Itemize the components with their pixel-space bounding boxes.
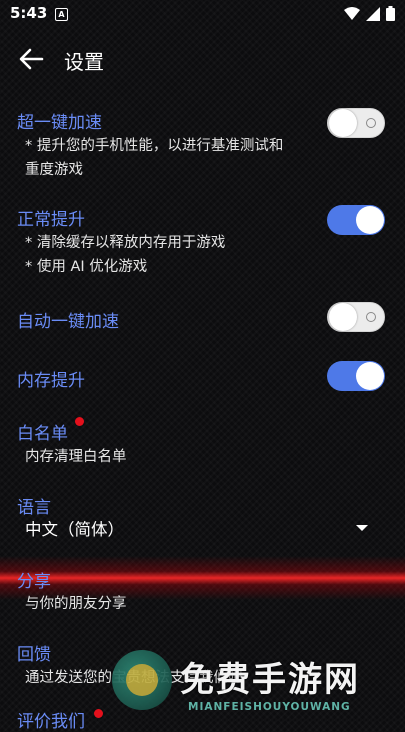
super-boost-toggle[interactable] [327,108,385,138]
status-time: 5:43 [10,4,48,22]
notification-icon: A [55,8,68,21]
watermark-text: 免费手游网 [180,660,360,700]
pref-title: 内存提升 [17,371,85,391]
watermark-logo [112,650,172,710]
pref-title: 自动一键加速 [17,312,119,332]
toggle-knob [329,303,357,331]
toggle-off-icon [366,312,376,322]
status-bar: 5:43 A [0,0,405,28]
pref-summary: * 提升您的手机性能，以进行基准测试和 [25,138,284,154]
pref-summary: * 使用 AI 优化游戏 [25,259,148,275]
notification-badge [94,709,103,718]
normal-boost-toggle[interactable] [327,205,385,235]
signal-icon [366,6,380,21]
toggle-off-icon [366,118,376,128]
wifi-icon [344,6,360,20]
watermark-subtext: MIANFEISHOUYOUWANG [188,701,351,713]
pref-title: 语言 [17,498,51,518]
memory-boost-toggle[interactable] [327,361,385,391]
pref-summary: 与你的朋友分享 [25,596,127,612]
page-title: 设置 [64,50,104,74]
language-select-value[interactable]: 中文（简体） [25,516,124,540]
toggle-knob [356,362,384,390]
auto-boost-toggle[interactable] [327,302,385,332]
battery-icon [386,6,395,21]
pref-summary: 内存清理白名单 [25,449,127,465]
notification-badge [75,417,84,426]
pref-title: 超一键加速 [17,113,102,133]
toggle-knob [356,206,384,234]
arrow-back-icon [19,48,44,70]
pref-summary: 重度游戏 [25,162,83,178]
dropdown-arrow-icon[interactable] [356,525,368,531]
app-bar: 设置 [0,34,405,84]
pref-title: 分享 [17,572,51,592]
watermark: 免费手游网 MIANFEISHOUYOUWANG [108,646,405,720]
pref-title: 白名单 [17,424,68,444]
status-icons [344,6,395,21]
pref-summary: * 清除缓存以释放内存用于游戏 [25,235,226,251]
back-button[interactable] [16,46,46,72]
pref-title: 正常提升 [17,210,85,230]
pref-title: 回馈 [17,645,51,665]
toggle-knob [329,109,357,137]
